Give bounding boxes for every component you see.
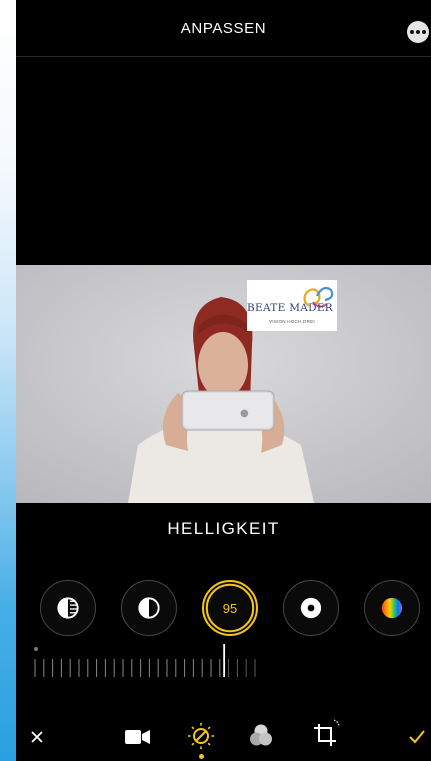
color-tool-button[interactable] xyxy=(364,580,420,636)
app-window: ANPASSEN ● BEATE MADER VISION HOCH DREI … xyxy=(0,0,431,761)
exposure-icon xyxy=(57,597,79,619)
adjustment-slider[interactable] xyxy=(16,640,431,680)
brand-logo: BEATE MADER VISION HOCH DREI xyxy=(247,280,337,331)
more-dot xyxy=(422,30,426,34)
cancel-button[interactable] xyxy=(26,712,50,752)
exposure-tool-button[interactable] xyxy=(40,580,96,636)
color-icon xyxy=(381,597,403,619)
page-title: ANPASSEN xyxy=(180,20,267,37)
svg-text:●: ● xyxy=(240,408,249,419)
logo-tagline: VISION HOCH DREI xyxy=(269,319,315,324)
more-dot xyxy=(410,30,414,34)
photo-caption: Beate Mader xyxy=(203,490,244,497)
top-bar: ANPASSEN xyxy=(16,0,431,56)
crop-icon[interactable] xyxy=(308,712,342,752)
slider-ticks xyxy=(34,644,256,677)
highlights-icon xyxy=(300,597,322,619)
adjustment-name: HELLIGKEIT xyxy=(167,519,280,538)
filters-icon[interactable] xyxy=(244,712,278,752)
logo-name: BEATE MADER xyxy=(247,302,334,314)
video-icon[interactable] xyxy=(122,712,154,752)
done-button[interactable] xyxy=(406,712,428,752)
highlights-tool-button[interactable] xyxy=(283,580,339,636)
active-mode-indicator xyxy=(199,754,204,759)
photo-preview: ● BEATE MADER VISION HOCH DREI Beate Mad… xyxy=(16,265,431,503)
brilliance-icon xyxy=(138,597,160,619)
top-divider xyxy=(16,56,431,57)
brilliance-tool-button[interactable] xyxy=(121,580,177,636)
photo-image: ● xyxy=(16,265,431,503)
more-dot xyxy=(416,30,420,34)
more-options-button[interactable] xyxy=(407,21,429,43)
adjust-icon[interactable] xyxy=(184,712,218,752)
phone-screen: ANPASSEN ● BEATE MADER VISION HOCH DREI … xyxy=(16,0,431,761)
bottom-toolbar xyxy=(16,712,431,761)
side-gradient-strip xyxy=(0,0,16,761)
brightness-tool-button[interactable]: 95 xyxy=(202,580,258,636)
brightness-value: 95 xyxy=(222,601,238,616)
